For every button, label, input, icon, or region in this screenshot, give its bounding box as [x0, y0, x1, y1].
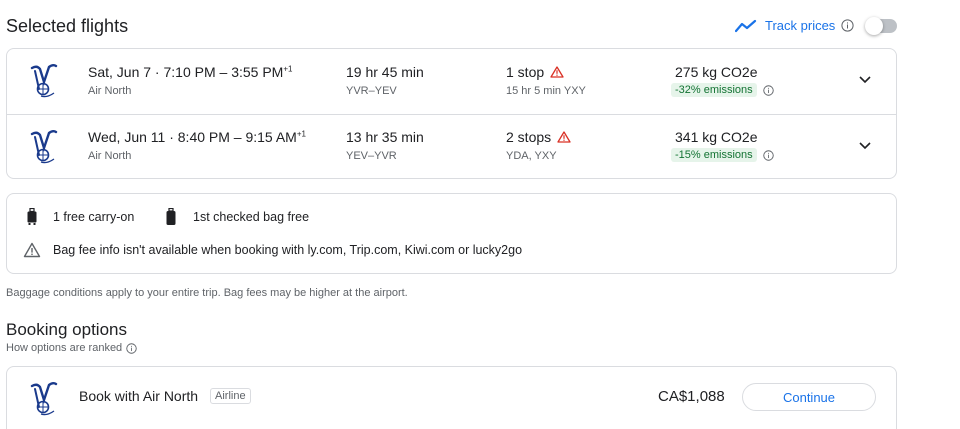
flight-time-range: 8:40 PM – 9:15 AM — [177, 129, 297, 145]
flight-route: YVR–YEV — [346, 85, 397, 97]
carry-on-bag-icon — [27, 208, 37, 225]
chevron-down-icon[interactable] — [859, 76, 871, 84]
flight-stops: 2 stops — [506, 129, 571, 145]
flight-date: Sat, Jun 7 — [88, 64, 152, 80]
info-icon[interactable] — [762, 149, 774, 161]
flights-card: Sat, Jun 7 · 7:10 PM – 3:55 PM+1 Air Nor… — [6, 48, 897, 179]
warning-icon — [557, 131, 571, 143]
dot-separator: · — [165, 129, 178, 145]
page-title: Selected flights — [6, 16, 129, 36]
co2-amount: 275 kg CO2e — [675, 64, 758, 80]
airline-badge: Airline — [210, 388, 251, 404]
ranking-label: How options are ranked — [6, 342, 123, 354]
baggage-card: 1 free carry-on 1st checked bag free Bag… — [6, 193, 897, 274]
flight-route: YEV–YVR — [346, 150, 397, 162]
info-icon[interactable] — [762, 84, 774, 96]
flight-row[interactable]: Wed, Jun 11 · 8:40 PM – 9:15 AM+1 Air No… — [7, 115, 896, 179]
air-north-logo-icon — [30, 382, 58, 416]
booking-option-card: Book with Air North Airline CA$1,088 Con… — [6, 366, 897, 429]
baggage-note: Baggage conditions apply to your entire … — [6, 287, 408, 299]
info-icon[interactable] — [126, 342, 137, 354]
flight-duration: 19 hr 45 min — [346, 64, 424, 80]
track-prices-label: Track prices — [765, 18, 836, 33]
stops-label: 2 stops — [506, 129, 552, 145]
carry-on-label: 1 free carry-on — [53, 210, 135, 224]
flight-time-range: 7:10 PM – 3:55 PM — [163, 64, 284, 80]
track-prices[interactable]: Track prices — [735, 18, 854, 33]
flight-row[interactable]: Sat, Jun 7 · 7:10 PM – 3:55 PM+1 Air Nor… — [7, 49, 896, 114]
day-offset: +1 — [283, 64, 293, 74]
emissions-row: -15% emissions — [671, 148, 774, 162]
flight-times: Sat, Jun 7 · 7:10 PM – 3:55 PM+1 — [88, 64, 292, 80]
air-north-logo-icon — [30, 130, 58, 164]
booking-title: Booking options — [6, 320, 127, 339]
info-icon[interactable] — [841, 19, 854, 32]
trend-icon — [735, 19, 757, 32]
flight-times: Wed, Jun 11 · 8:40 PM – 9:15 AM+1 — [88, 129, 306, 145]
flight-duration: 13 hr 35 min — [346, 129, 424, 145]
flight-date: Wed, Jun 11 — [88, 129, 166, 145]
chevron-down-icon[interactable] — [859, 142, 871, 150]
bag-fee-warning: Bag fee info isn't available when bookin… — [53, 243, 523, 257]
emissions-badge: -15% emissions — [671, 148, 757, 162]
book-with-label: Book with Air North — [79, 388, 199, 404]
layover-info: 15 hr 5 min YXY — [506, 85, 586, 97]
emissions-row: -32% emissions — [671, 83, 774, 97]
warning-icon — [550, 66, 564, 78]
co2-amount: 341 kg CO2e — [675, 129, 758, 145]
toggle-knob[interactable] — [865, 17, 883, 35]
layover-info: YDA, YXY — [506, 150, 557, 162]
air-north-logo-icon — [30, 64, 58, 98]
flight-stops: 1 stop — [506, 64, 564, 80]
airline-name: Air North — [88, 85, 132, 97]
continue-button[interactable]: Continue — [742, 383, 876, 411]
airline-name: Air North — [88, 150, 132, 162]
stops-label: 1 stop — [506, 64, 545, 80]
warning-icon — [23, 242, 41, 258]
price: CA$1,088 — [658, 388, 725, 405]
ranking-info[interactable]: How options are ranked — [6, 342, 137, 354]
emissions-badge: -32% emissions — [671, 83, 757, 97]
checked-bag-label: 1st checked bag free — [193, 210, 310, 224]
dot-separator: · — [151, 64, 164, 80]
day-offset: +1 — [296, 129, 306, 139]
checked-bag-icon — [166, 208, 176, 225]
